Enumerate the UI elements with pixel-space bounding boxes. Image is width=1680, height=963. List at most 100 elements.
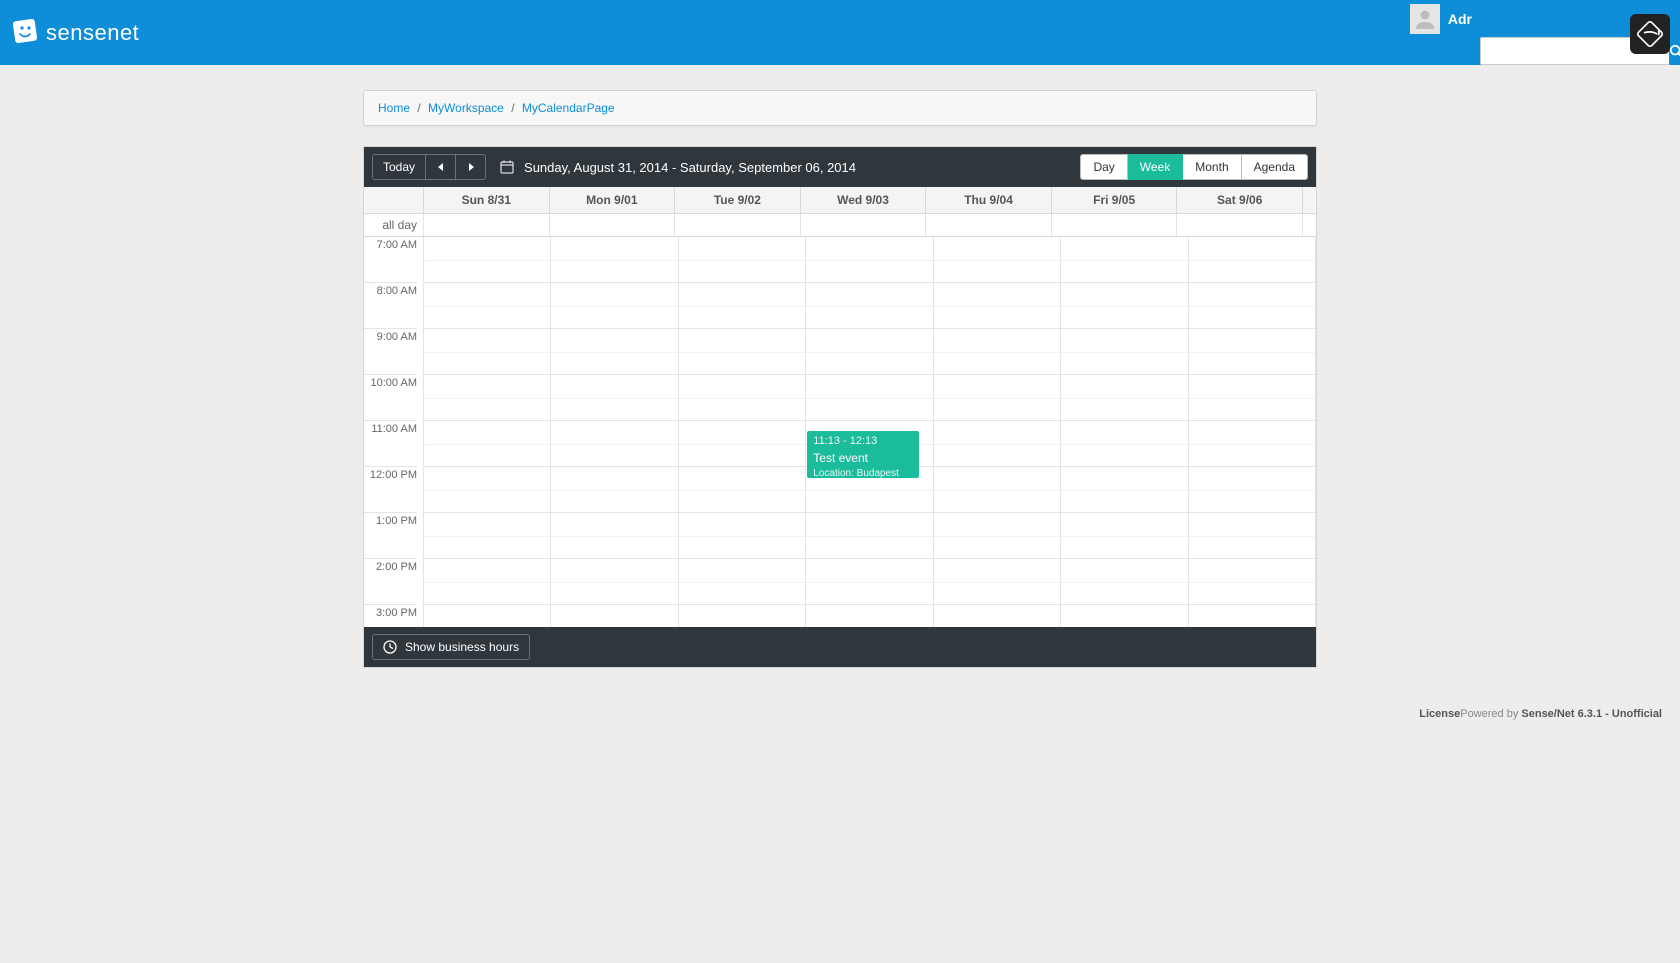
time-cell[interactable] — [1189, 513, 1315, 559]
search-button[interactable] — [1669, 38, 1680, 64]
time-cell[interactable] — [551, 421, 677, 467]
next-button[interactable] — [456, 154, 486, 180]
footer-product[interactable]: Sense/Net 6.3.1 - Unofficial — [1521, 708, 1662, 720]
corner-badge-icon[interactable] — [1630, 14, 1670, 54]
today-button[interactable]: Today — [372, 154, 426, 180]
time-cell[interactable] — [551, 375, 677, 421]
day-column[interactable]: 11:13 - 12:13Test eventLocation: Budapes… — [806, 237, 933, 627]
time-cell[interactable] — [424, 559, 550, 605]
day-header[interactable]: Sat 9/06 — [1177, 187, 1303, 213]
view-week-button[interactable]: Week — [1128, 154, 1183, 180]
view-agenda-button[interactable]: Agenda — [1242, 154, 1308, 180]
day-header[interactable]: Wed 9/03 — [801, 187, 927, 213]
time-cell[interactable] — [1189, 375, 1315, 421]
day-header[interactable]: Tue 9/02 — [675, 187, 801, 213]
time-cell[interactable] — [806, 513, 932, 559]
allday-cell[interactable] — [424, 214, 550, 236]
time-cell[interactable] — [934, 237, 1060, 283]
time-cell[interactable] — [806, 605, 932, 627]
time-cell[interactable] — [934, 421, 1060, 467]
allday-cell[interactable] — [1177, 214, 1303, 236]
time-cell[interactable] — [1189, 559, 1315, 605]
allday-cell[interactable] — [801, 214, 927, 236]
time-cell[interactable] — [679, 237, 805, 283]
time-cell[interactable] — [934, 559, 1060, 605]
breadcrumb-workspace[interactable]: MyWorkspace — [428, 101, 504, 115]
day-column[interactable] — [1061, 237, 1188, 627]
time-cell[interactable] — [679, 559, 805, 605]
time-cell[interactable] — [679, 329, 805, 375]
time-cell[interactable] — [551, 329, 677, 375]
time-cell[interactable] — [424, 375, 550, 421]
time-cell[interactable] — [934, 375, 1060, 421]
time-cell[interactable] — [1061, 283, 1187, 329]
day-header[interactable]: Fri 9/05 — [1052, 187, 1178, 213]
avatar[interactable] — [1410, 4, 1440, 34]
time-cell[interactable] — [934, 283, 1060, 329]
time-cell[interactable] — [806, 237, 932, 283]
time-cell[interactable] — [1061, 513, 1187, 559]
day-column[interactable] — [679, 237, 806, 627]
brand-logo[interactable]: sensenet — [10, 18, 139, 48]
time-cell[interactable] — [551, 559, 677, 605]
time-cell[interactable] — [1189, 605, 1315, 627]
time-cell[interactable] — [1061, 329, 1187, 375]
view-day-button[interactable]: Day — [1080, 154, 1127, 180]
day-header[interactable]: Mon 9/01 — [550, 187, 676, 213]
breadcrumb-calendar[interactable]: MyCalendarPage — [522, 101, 615, 115]
time-cell[interactable] — [1189, 283, 1315, 329]
time-cell[interactable] — [1061, 605, 1187, 627]
time-cell[interactable] — [806, 283, 932, 329]
time-cell[interactable] — [551, 237, 677, 283]
time-cell[interactable] — [1189, 421, 1315, 467]
time-cell[interactable] — [424, 329, 550, 375]
time-cell[interactable] — [424, 421, 550, 467]
allday-cell[interactable] — [675, 214, 801, 236]
time-cell[interactable] — [679, 605, 805, 627]
username-label[interactable]: Adr — [1448, 11, 1472, 27]
time-cell[interactable] — [679, 467, 805, 513]
time-cell[interactable] — [424, 513, 550, 559]
time-cell[interactable] — [424, 467, 550, 513]
time-cell[interactable] — [679, 421, 805, 467]
breadcrumb-home[interactable]: Home — [378, 101, 410, 115]
allday-cell[interactable] — [550, 214, 676, 236]
day-column[interactable] — [1189, 237, 1316, 627]
time-cell[interactable] — [1061, 375, 1187, 421]
time-cell[interactable] — [1189, 467, 1315, 513]
time-cell[interactable] — [1061, 559, 1187, 605]
time-cell[interactable] — [424, 283, 550, 329]
allday-cell[interactable] — [926, 214, 1052, 236]
time-cell[interactable] — [679, 375, 805, 421]
calendar-event[interactable]: 11:13 - 12:13Test eventLocation: Budapes… — [807, 431, 918, 478]
time-cell[interactable] — [551, 605, 677, 627]
allday-cell[interactable] — [1052, 214, 1178, 236]
time-cell[interactable] — [424, 605, 550, 627]
time-cell[interactable] — [679, 513, 805, 559]
time-cell[interactable] — [806, 329, 932, 375]
time-cell[interactable] — [551, 283, 677, 329]
time-cell[interactable] — [934, 513, 1060, 559]
day-column[interactable] — [551, 237, 678, 627]
time-cell[interactable] — [806, 559, 932, 605]
prev-button[interactable] — [426, 154, 456, 180]
view-month-button[interactable]: Month — [1183, 154, 1241, 180]
time-cell[interactable] — [424, 237, 550, 283]
time-cell[interactable] — [679, 283, 805, 329]
time-cell[interactable] — [934, 467, 1060, 513]
day-column[interactable] — [934, 237, 1061, 627]
time-cell[interactable] — [1061, 237, 1187, 283]
time-cell[interactable] — [1061, 421, 1187, 467]
footer-license[interactable]: License — [1419, 708, 1460, 720]
time-cell[interactable] — [551, 513, 677, 559]
time-cell[interactable] — [1189, 237, 1315, 283]
time-cell[interactable] — [1061, 467, 1187, 513]
time-cell[interactable] — [551, 467, 677, 513]
business-hours-button[interactable]: Show business hours — [372, 634, 530, 660]
time-cell[interactable] — [934, 329, 1060, 375]
time-cell[interactable] — [934, 605, 1060, 627]
time-cell[interactable] — [806, 375, 932, 421]
day-column[interactable] — [424, 237, 551, 627]
day-header[interactable]: Sun 8/31 — [424, 187, 550, 213]
time-cell[interactable] — [1189, 329, 1315, 375]
